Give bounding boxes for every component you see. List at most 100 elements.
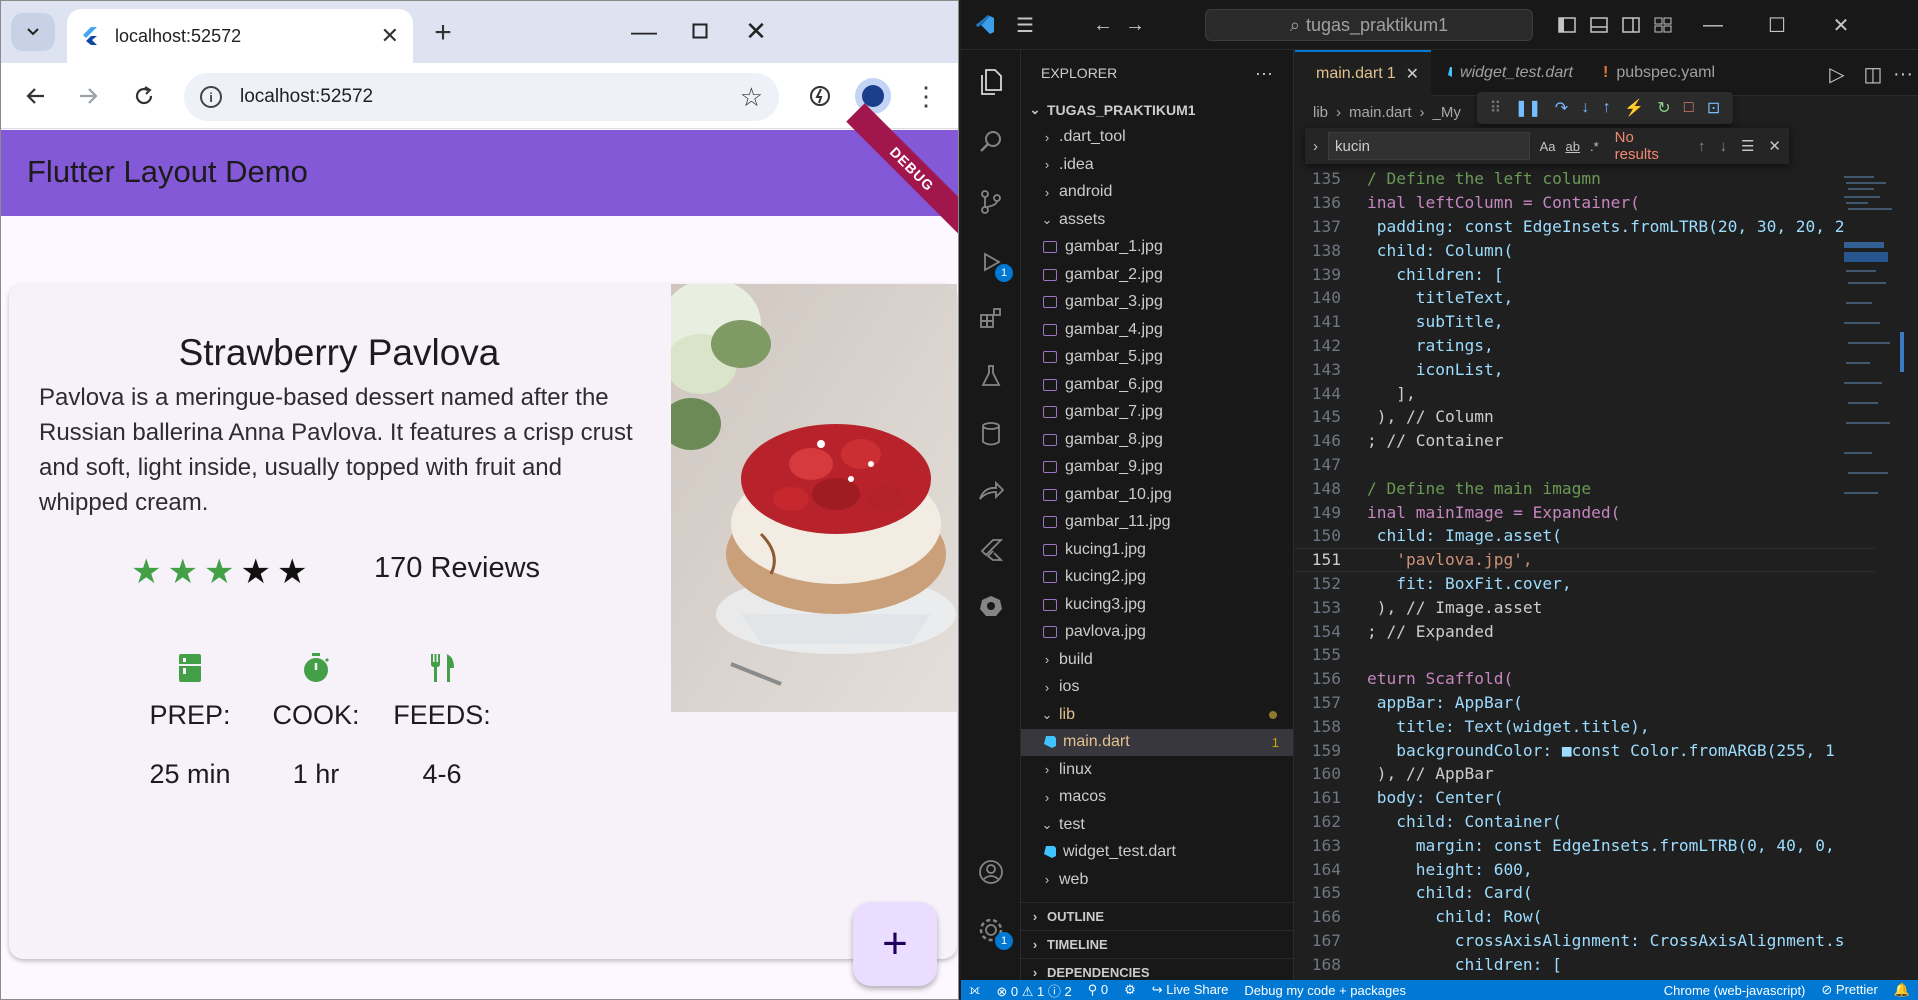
code-line[interactable]: 152 fit: BoxFit.cover, — [1295, 572, 1875, 596]
source-control-icon[interactable] — [973, 184, 1009, 220]
tree-folder[interactable]: › macos — [1021, 784, 1293, 812]
new-tab-button[interactable]: + — [425, 15, 461, 51]
problems-status[interactable]: ⊗ 0 ⚠ 1 ⓘ 2 — [988, 981, 1079, 1000]
search-icon[interactable] — [973, 124, 1009, 160]
close-tab-icon[interactable]: ✕ — [381, 23, 399, 49]
command-center[interactable]: ⌕ tugas_praktikum1 — [1205, 9, 1533, 41]
code-line[interactable]: 141 subTitle, — [1295, 310, 1875, 334]
tree-folder[interactable]: › web — [1021, 866, 1293, 894]
code-line[interactable]: 137 padding: const EdgeInsets.fromLTRB(2… — [1295, 215, 1875, 239]
section-outline[interactable]: › OUTLINE — [1021, 902, 1294, 930]
kubernetes-icon[interactable] — [973, 588, 1009, 624]
code-line[interactable]: 157 appBar: AppBar( — [1295, 691, 1875, 715]
previous-match-icon[interactable]: ↑ — [1698, 138, 1706, 155]
live-share-status[interactable]: ↪ Live Share — [1144, 982, 1237, 998]
code-line[interactable]: 165 child: Card( — [1295, 881, 1875, 905]
code-line[interactable]: 147 — [1295, 453, 1875, 477]
step-out-icon[interactable]: ↑ — [1603, 99, 1611, 117]
find-in-selection-icon[interactable]: ☰ — [1741, 137, 1754, 155]
code-line[interactable]: 166 child: Row( — [1295, 905, 1875, 929]
code-line[interactable]: 155 — [1295, 643, 1875, 667]
close-tab-icon[interactable]: ✕ — [1406, 64, 1419, 84]
tree-file[interactable]: gambar_9.jpg — [1021, 454, 1293, 482]
code-line[interactable]: 154 ; // Expanded — [1295, 619, 1875, 643]
tab-main-dart[interactable]: main.dart 1 ✕ — [1295, 50, 1431, 96]
reload-button[interactable] — [125, 77, 163, 115]
tree-file[interactable]: main.dart 1 — [1021, 728, 1293, 756]
code-line[interactable]: 156 eturn Scaffold( — [1295, 667, 1875, 691]
code-line[interactable]: 158 title: Text(widget.title), — [1295, 714, 1875, 738]
regex-toggle[interactable]: .* — [1590, 139, 1599, 154]
tab-pubspec[interactable]: ! pubspec.yaml — [1591, 50, 1721, 96]
devtools-icon[interactable]: ⊡ — [1707, 98, 1720, 118]
code-line[interactable]: 161 body: Center( — [1295, 786, 1875, 810]
code-line[interactable]: 146 ; // Container — [1295, 429, 1875, 453]
tree-file[interactable]: gambar_2.jpg — [1021, 261, 1293, 289]
code-line[interactable]: 160 ), // AppBar — [1295, 762, 1875, 786]
ports-status[interactable]: ⚲ 0 — [1080, 982, 1116, 998]
code-line[interactable]: 143 iconList, — [1295, 357, 1875, 381]
breadcrumb-item[interactable]: main.dart — [1349, 104, 1412, 121]
step-into-icon[interactable]: ↓ — [1581, 99, 1589, 117]
remote-icon[interactable]: ⟗ — [961, 982, 988, 998]
breadcrumb-item[interactable]: _My — [1433, 104, 1461, 121]
split-editor-icon[interactable]: ◫ — [1859, 60, 1887, 88]
settings-gear-icon[interactable]: 1 — [973, 912, 1013, 950]
add-fab-button[interactable]: + — [853, 902, 937, 986]
tree-folder[interactable]: ⌄ test — [1021, 811, 1293, 839]
section-timeline[interactable]: › TIMELINE — [1021, 930, 1294, 958]
live-share-icon[interactable] — [973, 474, 1009, 510]
toggle-secondary-sidebar-icon[interactable] — [1617, 11, 1645, 39]
code-line[interactable]: 159 backgroundColor: ■const Color.fromAR… — [1295, 738, 1875, 762]
hot-reload-icon[interactable]: ⚡ — [1624, 98, 1644, 118]
tree-file[interactable]: gambar_8.jpg — [1021, 426, 1293, 454]
tree-folder[interactable]: ⌄ assets — [1021, 206, 1293, 234]
notifications-icon[interactable]: 🔔 — [1886, 982, 1918, 998]
more-actions-icon[interactable]: ··· — [1255, 63, 1273, 84]
tab-search-button[interactable] — [11, 13, 55, 51]
tree-file[interactable]: gambar_5.jpg — [1021, 344, 1293, 372]
code-line[interactable]: 162 child: Container( — [1295, 810, 1875, 834]
whole-word-toggle[interactable]: ab — [1566, 139, 1580, 154]
code-line[interactable]: 144 ], — [1295, 381, 1875, 405]
debug-mode-status[interactable]: Debug my code + packages — [1236, 983, 1414, 998]
chrome-menu-button[interactable]: ⋮ — [907, 77, 945, 115]
code-line[interactable]: 163 margin: const EdgeInsets.fromLTRB(0,… — [1295, 833, 1875, 857]
tree-folder[interactable]: ⌄ lib — [1021, 701, 1293, 729]
code-line[interactable]: 138 child: Column( — [1295, 238, 1875, 262]
step-over-icon[interactable]: ↷ — [1555, 98, 1568, 118]
editor-more-icon[interactable]: ··· — [1889, 60, 1917, 88]
code-line[interactable]: 148 / Define the main image — [1295, 476, 1875, 500]
site-info-icon[interactable]: i — [200, 86, 222, 108]
run-status-icon[interactable]: ⚙ — [1116, 982, 1144, 998]
tree-folder[interactable]: › android — [1021, 179, 1293, 207]
vscode-maximize-button[interactable]: ☐ — [1763, 11, 1791, 39]
code-line[interactable]: 164 height: 600, — [1295, 857, 1875, 881]
tree-folder[interactable]: › build — [1021, 646, 1293, 674]
database-icon[interactable] — [973, 416, 1009, 452]
url-text[interactable]: localhost:52572 — [240, 86, 740, 108]
code-line[interactable]: 151 'pavlova.jpg', — [1295, 547, 1875, 572]
tree-file[interactable]: widget_test.dart — [1021, 839, 1293, 867]
toggle-panel-icon[interactable] — [1585, 11, 1613, 39]
extensions-icon[interactable] — [973, 300, 1009, 336]
tree-file[interactable]: kucing1.jpg — [1021, 536, 1293, 564]
find-input[interactable]: kucin — [1328, 132, 1530, 160]
code-line[interactable]: 135 / Define the left column — [1295, 167, 1875, 191]
device-status[interactable]: Chrome (web-javascript) — [1656, 983, 1814, 998]
next-match-icon[interactable]: ↓ — [1719, 138, 1727, 155]
nav-forward-icon[interactable]: → — [1121, 11, 1149, 39]
flutter-panel-icon[interactable] — [973, 532, 1009, 568]
bookmark-star-icon[interactable]: ☆ — [740, 82, 763, 113]
minimize-button[interactable]: — — [621, 13, 667, 49]
stop-icon[interactable]: □ — [1684, 99, 1694, 117]
toggle-sidebar-icon[interactable] — [1553, 11, 1581, 39]
tab-widget-test[interactable]: widget_test.dart — [1435, 50, 1585, 96]
explorer-icon[interactable] — [973, 64, 1009, 100]
tree-file[interactable]: gambar_11.jpg — [1021, 509, 1293, 537]
tree-file[interactable]: gambar_7.jpg — [1021, 399, 1293, 427]
tree-file[interactable]: gambar_6.jpg — [1021, 371, 1293, 399]
breadcrumb-item[interactable]: lib — [1313, 104, 1328, 121]
vscode-close-button[interactable]: ✕ — [1827, 11, 1855, 39]
code-editor[interactable]: 135 / Define the left column 136 inal leftC… — [1295, 167, 1875, 977]
